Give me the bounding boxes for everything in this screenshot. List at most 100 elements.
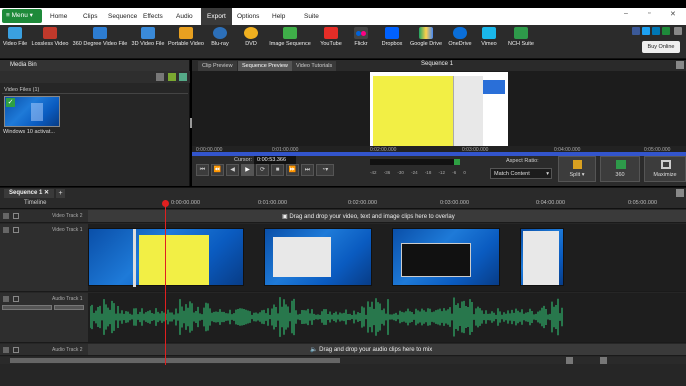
- linkedin-icon[interactable]: [652, 27, 660, 35]
- timeline-scrollbar[interactable]: [0, 357, 686, 364]
- lossless-video-label: Lossless Video: [31, 41, 69, 47]
- 3d-video-button[interactable]: 3D Video File: [131, 27, 165, 47]
- 360-video-button[interactable]: 360 Degree Video File: [71, 27, 129, 47]
- tab-home[interactable]: Home: [50, 8, 67, 25]
- video-clip[interactable]: [392, 228, 500, 286]
- timeline-tick: 0:05:00.000: [628, 200, 658, 206]
- speaker-icon[interactable]: [13, 296, 19, 302]
- vimeo-button[interactable]: Vimeo: [478, 27, 500, 47]
- split-button[interactable]: Split ▾: [558, 156, 596, 182]
- restore-icon[interactable]: ▫: [648, 10, 650, 17]
- minimize-icon[interactable]: –: [624, 10, 628, 17]
- zoom-out-icon[interactable]: [566, 357, 573, 364]
- go-start-icon[interactable]: ⏮: [196, 164, 209, 176]
- bluray-button[interactable]: Blu-ray: [208, 27, 232, 47]
- tab-options[interactable]: Options: [237, 8, 259, 25]
- sequence-tab[interactable]: Sequence 1 ✕: [4, 189, 55, 198]
- step-back-icon[interactable]: ◀: [226, 164, 239, 176]
- twitter-icon[interactable]: [642, 27, 650, 35]
- track-options-icon[interactable]: [3, 347, 9, 353]
- pan-slider[interactable]: [54, 305, 84, 310]
- lossless-video-icon: [43, 27, 57, 39]
- video-track-2-header: Video Track 2: [0, 210, 88, 223]
- video-file-button[interactable]: Video File: [2, 27, 28, 47]
- video-file-label: Video File: [2, 41, 28, 47]
- add-sequence-icon[interactable]: +: [56, 189, 65, 198]
- add-media-icon[interactable]: [168, 73, 176, 81]
- tab-clips[interactable]: Clips: [83, 8, 97, 25]
- timeline-detach-icon[interactable]: [676, 189, 684, 197]
- timeline-label: Timeline: [24, 200, 47, 206]
- buy-online-button[interactable]: Buy Online: [642, 41, 680, 53]
- track-options-icon[interactable]: [3, 227, 9, 233]
- tab-video-tutorials[interactable]: Video Tutorials: [292, 61, 337, 71]
- clip-frame-dialog: [273, 237, 331, 277]
- media-thumbnail[interactable]: ✓: [4, 96, 60, 127]
- portable-video-button[interactable]: Portable Video: [167, 27, 205, 47]
- track-options-icon[interactable]: [3, 213, 9, 219]
- playhead[interactable]: [165, 200, 166, 365]
- audio-track-2-label: Audio Track 2: [52, 347, 83, 353]
- tab-clip-preview[interactable]: Clip Preview: [198, 61, 237, 71]
- loop-icon[interactable]: ⟳: [256, 164, 269, 176]
- lossless-video-button[interactable]: Lossless Video: [31, 27, 69, 47]
- video-track-1-lane[interactable]: [88, 224, 686, 292]
- timeline-ruler[interactable]: Timeline 0:00:00.000 0:01:00.000 0:02:00…: [0, 198, 686, 209]
- go-end-icon[interactable]: ⏭: [301, 164, 314, 176]
- dvd-button[interactable]: DVD: [240, 27, 262, 47]
- tab-help[interactable]: Help: [272, 8, 285, 25]
- tab-effects[interactable]: Effects: [143, 8, 163, 25]
- zoom-in-icon[interactable]: [600, 357, 607, 364]
- tab-suite[interactable]: Suite: [304, 8, 319, 25]
- dvd-label: DVD: [245, 41, 257, 47]
- scroll-thumb[interactable]: [10, 358, 340, 363]
- track-options-icon[interactable]: [3, 296, 9, 302]
- preview-panel: Clip Preview Sequence Preview Video Tuto…: [192, 60, 686, 186]
- 360-view-icon: [616, 160, 626, 169]
- video-clip[interactable]: [264, 228, 372, 286]
- video-clip[interactable]: [88, 228, 244, 287]
- close-icon[interactable]: ✕: [670, 10, 676, 18]
- trash-icon[interactable]: [156, 73, 164, 81]
- media-file-name[interactable]: Windows 10 activat...: [3, 129, 55, 135]
- next-frame-icon[interactable]: ⏩: [286, 164, 299, 176]
- video-clip[interactable]: [520, 228, 564, 286]
- window-logo-shape: [31, 103, 43, 121]
- detach-icon[interactable]: [676, 61, 684, 69]
- video-track-2-lane[interactable]: ▣ Drag and drop your video, text and ima…: [88, 210, 686, 223]
- dropbox-button[interactable]: Dropbox: [378, 27, 406, 47]
- aspect-ratio-select[interactable]: Match Content ▾: [490, 168, 552, 179]
- dvd-icon: [244, 27, 258, 39]
- tab-audio[interactable]: Audio: [176, 8, 193, 25]
- track-visibility-icon[interactable]: [13, 227, 19, 233]
- track-visibility-icon[interactable]: [13, 213, 19, 219]
- speaker-icon[interactable]: [13, 347, 19, 353]
- flickr-button[interactable]: Flickr: [350, 27, 372, 47]
- google-drive-button[interactable]: Google Drive: [408, 27, 444, 47]
- tab-sequence-preview[interactable]: Sequence Preview: [238, 61, 292, 71]
- play-icon[interactable]: ▶: [241, 164, 254, 176]
- onedrive-button[interactable]: OneDrive: [446, 27, 474, 47]
- maximize-button[interactable]: Maximize: [644, 156, 686, 182]
- menu-button[interactable]: ≡ Menu ▾: [2, 9, 42, 23]
- youtube-button[interactable]: YouTube: [318, 27, 344, 47]
- nch-suite-button[interactable]: NCH Suite: [506, 27, 536, 47]
- tab-export[interactable]: Export: [201, 8, 232, 25]
- audio-track-1-lane[interactable]: [88, 293, 686, 343]
- highlighted-document: [373, 76, 453, 146]
- tab-sequence[interactable]: Sequence: [108, 8, 137, 25]
- timeline-tick: 0:01:00.000: [258, 200, 288, 206]
- volume-slider[interactable]: [2, 305, 52, 310]
- like-icon[interactable]: [662, 27, 670, 35]
- bin-options-icon[interactable]: [179, 73, 187, 81]
- menu-label: Menu: [11, 12, 28, 19]
- help-icon[interactable]: [674, 27, 682, 35]
- audio-track-2-lane[interactable]: 🔈 Drag and drop your audio clips here to…: [88, 344, 686, 356]
- stop-icon[interactable]: ■: [271, 164, 284, 176]
- view-360-button[interactable]: 360: [600, 156, 640, 182]
- clip-transition-marker[interactable]: [133, 229, 136, 287]
- facebook-icon[interactable]: [632, 27, 640, 35]
- prev-frame-icon[interactable]: ⏪: [211, 164, 224, 176]
- image-sequence-button[interactable]: Image Sequence: [266, 27, 314, 47]
- speed-icon[interactable]: ◔▾: [316, 164, 334, 176]
